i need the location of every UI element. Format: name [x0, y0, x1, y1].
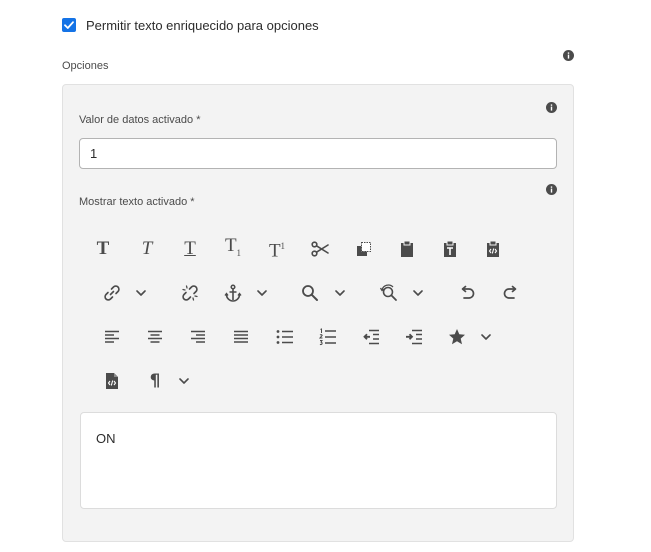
search-icon	[302, 285, 318, 301]
align-right-icon	[191, 330, 205, 343]
bold-button[interactable]: T	[92, 238, 114, 260]
options-section-label: Opciones	[62, 60, 109, 72]
bullet-list-button[interactable]	[274, 326, 296, 348]
chevron-down-icon	[335, 290, 345, 296]
cut-button[interactable]	[309, 238, 331, 260]
rich-text-checkbox-label: Permitir texto enriquecido para opciones	[86, 17, 319, 33]
undo-button[interactable]	[456, 282, 478, 304]
checkmark-icon	[64, 21, 74, 29]
underline-icon: T	[184, 238, 196, 259]
numbered-list-icon	[319, 328, 336, 346]
display-text-label: Mostrar texto activado *	[79, 196, 195, 208]
superscript-icon: T1	[268, 240, 286, 262]
special-char-button[interactable]	[446, 326, 468, 348]
find-replace-icon	[379, 284, 397, 301]
align-left-icon	[105, 330, 119, 343]
data-value-info-icon[interactable]	[546, 102, 557, 113]
special-char-dropdown[interactable]	[476, 326, 496, 348]
numbered-list-button[interactable]	[317, 326, 339, 348]
data-value-input[interactable]	[79, 138, 557, 169]
undo-icon	[461, 285, 475, 299]
anchor-button[interactable]	[222, 282, 244, 304]
subscript-icon: T1	[224, 234, 242, 258]
anchor-dropdown[interactable]	[252, 282, 272, 304]
star-icon	[449, 329, 465, 345]
find-dropdown[interactable]	[330, 282, 350, 304]
paste-text-icon	[444, 240, 456, 257]
paragraph-format-dropdown[interactable]	[174, 370, 194, 392]
paste-icon	[401, 240, 413, 257]
chevron-down-icon	[413, 290, 423, 296]
source-code-button[interactable]	[101, 370, 123, 392]
outdent-icon	[363, 329, 379, 345]
chevron-down-icon	[481, 334, 491, 340]
justify-icon	[234, 330, 248, 343]
unlink-button[interactable]	[179, 282, 201, 304]
link-dropdown[interactable]	[131, 282, 151, 304]
cut-icon	[311, 241, 329, 257]
underline-button[interactable]: T	[179, 238, 201, 260]
paragraph-format-button[interactable]: ¶	[144, 370, 166, 392]
find-button[interactable]	[299, 282, 321, 304]
paragraph-icon: ¶	[149, 371, 161, 391]
align-left-button[interactable]	[101, 326, 123, 348]
source-code-icon	[106, 373, 118, 389]
indent-icon	[406, 329, 422, 345]
redo-icon	[503, 285, 517, 299]
link-button[interactable]	[101, 282, 123, 304]
unlink-icon	[182, 285, 198, 301]
align-center-icon	[148, 330, 162, 343]
chevron-down-icon	[179, 378, 189, 384]
copy-icon	[357, 242, 371, 256]
copy-button[interactable]	[353, 238, 375, 260]
paste-text-button[interactable]	[439, 238, 461, 260]
bullet-list-icon	[276, 330, 293, 344]
superscript-button[interactable]: T1	[266, 238, 288, 262]
rich-text-checkbox[interactable]	[62, 18, 76, 32]
align-right-button[interactable]	[187, 326, 209, 348]
justify-button[interactable]	[230, 326, 252, 348]
options-info-icon[interactable]	[563, 50, 574, 61]
chevron-down-icon	[136, 290, 146, 296]
italic-icon: T	[141, 238, 153, 259]
outdent-button[interactable]	[360, 326, 382, 348]
find-replace-dropdown[interactable]	[408, 282, 428, 304]
find-replace-button[interactable]	[378, 282, 400, 304]
italic-button[interactable]: T	[136, 238, 158, 260]
anchor-icon	[224, 284, 242, 302]
paste-html-button[interactable]	[482, 238, 504, 260]
subscript-button[interactable]: T1	[222, 235, 244, 260]
rich-text-checkbox-row[interactable]: Permitir texto enriquecido para opciones	[62, 16, 319, 34]
bold-icon: T	[96, 238, 110, 259]
display-text-info-icon[interactable]	[546, 184, 557, 195]
indent-button[interactable]	[403, 326, 425, 348]
chevron-down-icon	[257, 290, 267, 296]
rich-text-editor[interactable]: ON	[80, 412, 557, 509]
editor-content: ON	[96, 431, 116, 446]
paste-html-icon	[487, 240, 499, 257]
align-center-button[interactable]	[144, 326, 166, 348]
paste-button[interactable]	[396, 238, 418, 260]
redo-button[interactable]	[500, 282, 522, 304]
link-icon	[104, 285, 120, 301]
data-value-label: Valor de datos activado *	[79, 114, 201, 126]
